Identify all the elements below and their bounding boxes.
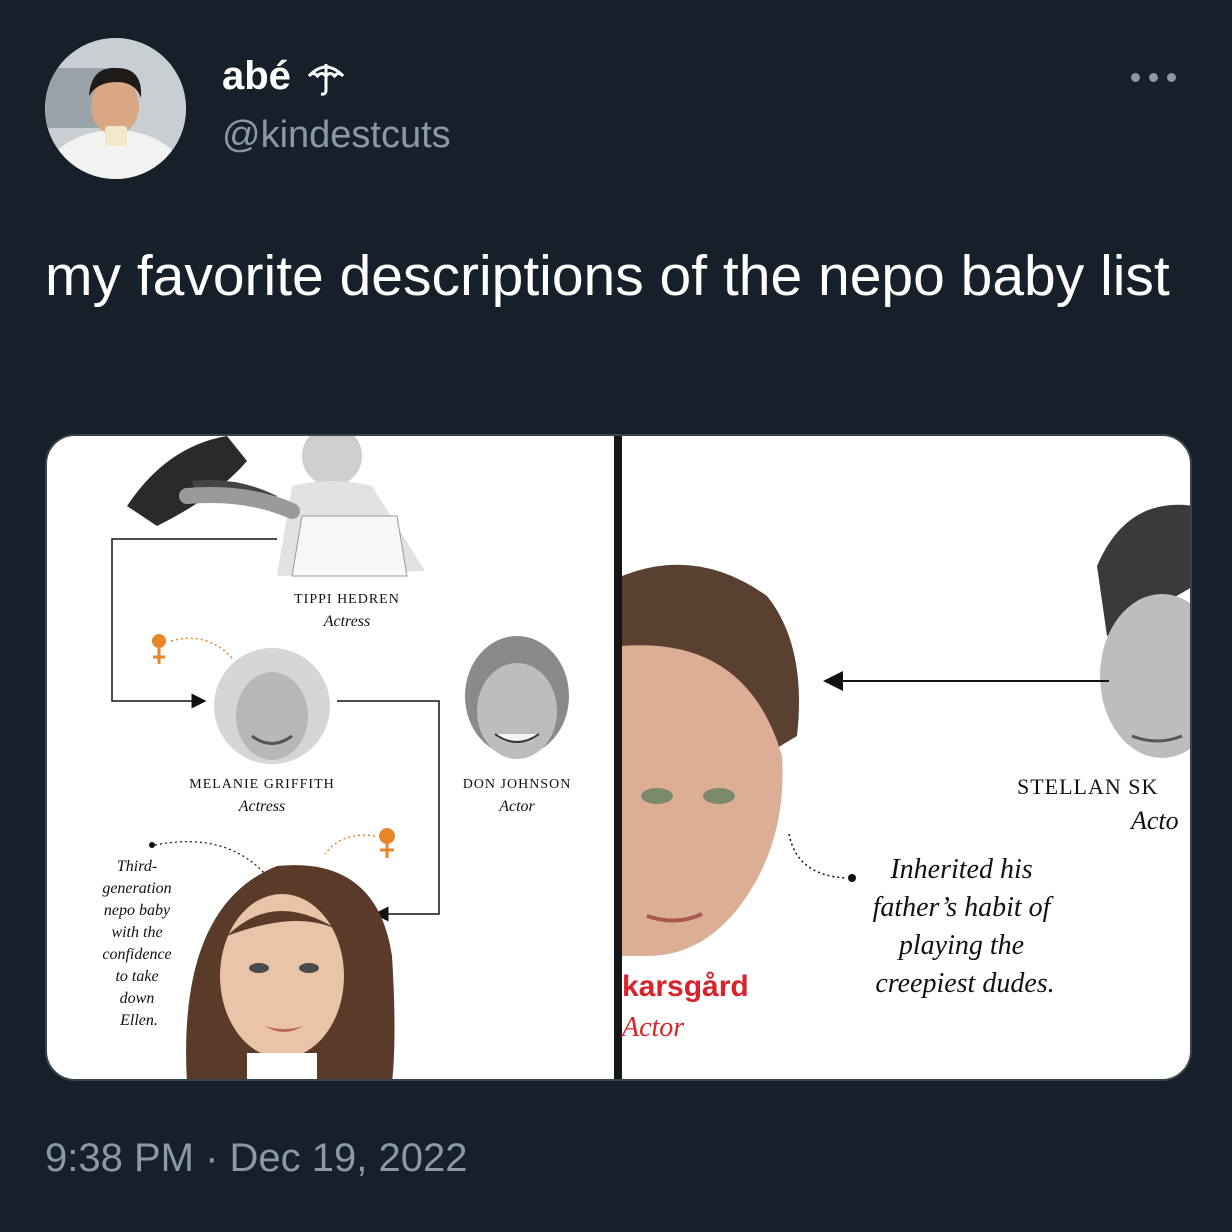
timestamp-separator: · bbox=[205, 1136, 219, 1180]
tweet-date[interactable]: Dec 19, 2022 bbox=[230, 1136, 468, 1180]
tippi-hedren-photo bbox=[127, 436, 425, 577]
timestamp[interactable]: 9:38 PM · Dec 19, 2022 bbox=[45, 1136, 468, 1181]
display-name[interactable]: abé bbox=[222, 54, 291, 99]
don-johnson-photo bbox=[465, 636, 569, 759]
tippi-name: TIPPI HEDREN bbox=[294, 592, 400, 607]
orange-female-icon bbox=[152, 634, 233, 664]
tweet-media[interactable]: TIPPI HEDREN Actress MELANIE GRIFFITH Ac… bbox=[45, 434, 1192, 1081]
more-dots-icon bbox=[1130, 72, 1140, 82]
stellan-label: STELLAN SK Acto bbox=[1017, 774, 1179, 835]
don-name: DON JOHNSON bbox=[463, 777, 572, 792]
more-dots-icon bbox=[1148, 72, 1158, 82]
left-panel: TIPPI HEDREN Actress MELANIE GRIFFITH Ac… bbox=[102, 436, 572, 1079]
tweet-time[interactable]: 9:38 PM bbox=[45, 1136, 194, 1180]
bill-caption: Inherited his father’s habit of playing … bbox=[788, 833, 1058, 999]
more-dots-icon bbox=[1166, 72, 1176, 82]
panel-divider bbox=[614, 436, 622, 1079]
tippi-label: TIPPI HEDREN Actress bbox=[294, 592, 400, 630]
bill-name: karsgård bbox=[622, 970, 749, 1003]
svg-text:Third- generation: Third- generation nepo baby with the con… bbox=[102, 858, 175, 1029]
bill-label: karsgård Actor bbox=[620, 970, 749, 1043]
media-image: TIPPI HEDREN Actress MELANIE GRIFFITH Ac… bbox=[102, 436, 1190, 1079]
avatar-photo bbox=[45, 38, 186, 179]
avatar[interactable] bbox=[45, 38, 186, 179]
don-role: Actor bbox=[498, 798, 535, 815]
orange-female-icon bbox=[324, 828, 395, 858]
bill-role: Actor bbox=[620, 1012, 684, 1043]
stellan-skarsgard-photo bbox=[1097, 504, 1190, 758]
melanie-label: MELANIE GRIFFITH Actress bbox=[189, 777, 335, 815]
svg-text:Inherited his father: Inherited his father’s habit of playing … bbox=[873, 854, 1058, 999]
stellan-name: STELLAN SK bbox=[1017, 774, 1158, 799]
handle[interactable]: @kindestcuts bbox=[222, 114, 451, 157]
display-name-row[interactable]: abé bbox=[222, 54, 347, 99]
melanie-role: Actress bbox=[238, 798, 286, 815]
stellan-role: Acto bbox=[1129, 806, 1179, 835]
don-label: DON JOHNSON Actor bbox=[463, 777, 572, 815]
more-options-button[interactable] bbox=[1118, 60, 1188, 94]
bill-skarsgard-photo bbox=[622, 564, 799, 956]
right-panel: karsgård Actor STELLAN SK Acto Inherited… bbox=[620, 504, 1190, 1043]
melanie-name: MELANIE GRIFFITH bbox=[189, 777, 335, 792]
tippi-role: Actress bbox=[323, 613, 371, 630]
melanie-griffith-photo bbox=[214, 648, 330, 764]
tweet-text: my favorite descriptions of the nepo bab… bbox=[45, 244, 1170, 308]
dakota-johnson-photo bbox=[186, 865, 395, 1079]
umbrella-icon bbox=[305, 56, 347, 98]
